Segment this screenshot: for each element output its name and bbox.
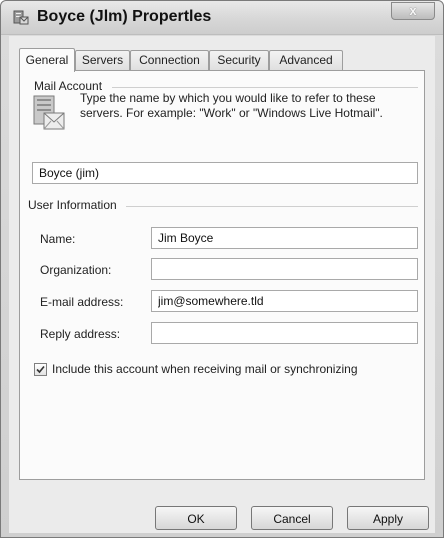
organization-field[interactable] bbox=[151, 258, 418, 280]
close-icon: x bbox=[409, 3, 417, 18]
reply-address-label: Reply address: bbox=[40, 327, 121, 341]
properties-window: Boyce (Jlm) Propertles x General Servers… bbox=[0, 0, 444, 538]
tab-connection[interactable]: Connection bbox=[130, 50, 209, 71]
tab-security[interactable]: Security bbox=[209, 50, 269, 71]
tab-servers[interactable]: Servers bbox=[75, 50, 130, 71]
mail-account-description: Type the name by which you would like to… bbox=[80, 91, 383, 120]
include-account-label[interactable]: Include this account when receiving mail… bbox=[52, 362, 358, 376]
include-account-checkbox[interactable] bbox=[34, 363, 47, 376]
tab-advanced[interactable]: Advanced bbox=[269, 50, 343, 71]
mail-account-divider bbox=[112, 87, 418, 88]
general-tab-panel: Mail Account Type the name by which you … bbox=[19, 70, 425, 480]
account-icon bbox=[13, 10, 29, 25]
mail-account-icon bbox=[33, 95, 65, 130]
dialog-body: General Servers Connection Security Adva… bbox=[9, 36, 435, 533]
organization-label: Organization: bbox=[40, 263, 112, 277]
title-bar[interactable]: Boyce (Jlm) Propertles x bbox=[1, 1, 443, 35]
window-title: Boyce (Jlm) Propertles bbox=[37, 8, 212, 25]
email-address-field[interactable] bbox=[151, 290, 418, 312]
apply-button[interactable]: Apply bbox=[347, 506, 429, 530]
reply-address-field[interactable] bbox=[151, 322, 418, 344]
account-name-field[interactable] bbox=[32, 162, 418, 184]
tab-general[interactable]: General bbox=[19, 48, 75, 72]
checkmark-icon bbox=[36, 365, 45, 374]
email-address-label: E-mail address: bbox=[40, 295, 124, 309]
name-label: Name: bbox=[40, 232, 76, 246]
cancel-button[interactable]: Cancel bbox=[251, 506, 333, 530]
user-information-divider bbox=[126, 206, 418, 207]
name-field[interactable] bbox=[151, 227, 418, 249]
ok-button[interactable]: OK bbox=[155, 506, 237, 530]
close-button[interactable]: x bbox=[391, 2, 435, 20]
user-information-group-label: User Information bbox=[28, 198, 123, 212]
